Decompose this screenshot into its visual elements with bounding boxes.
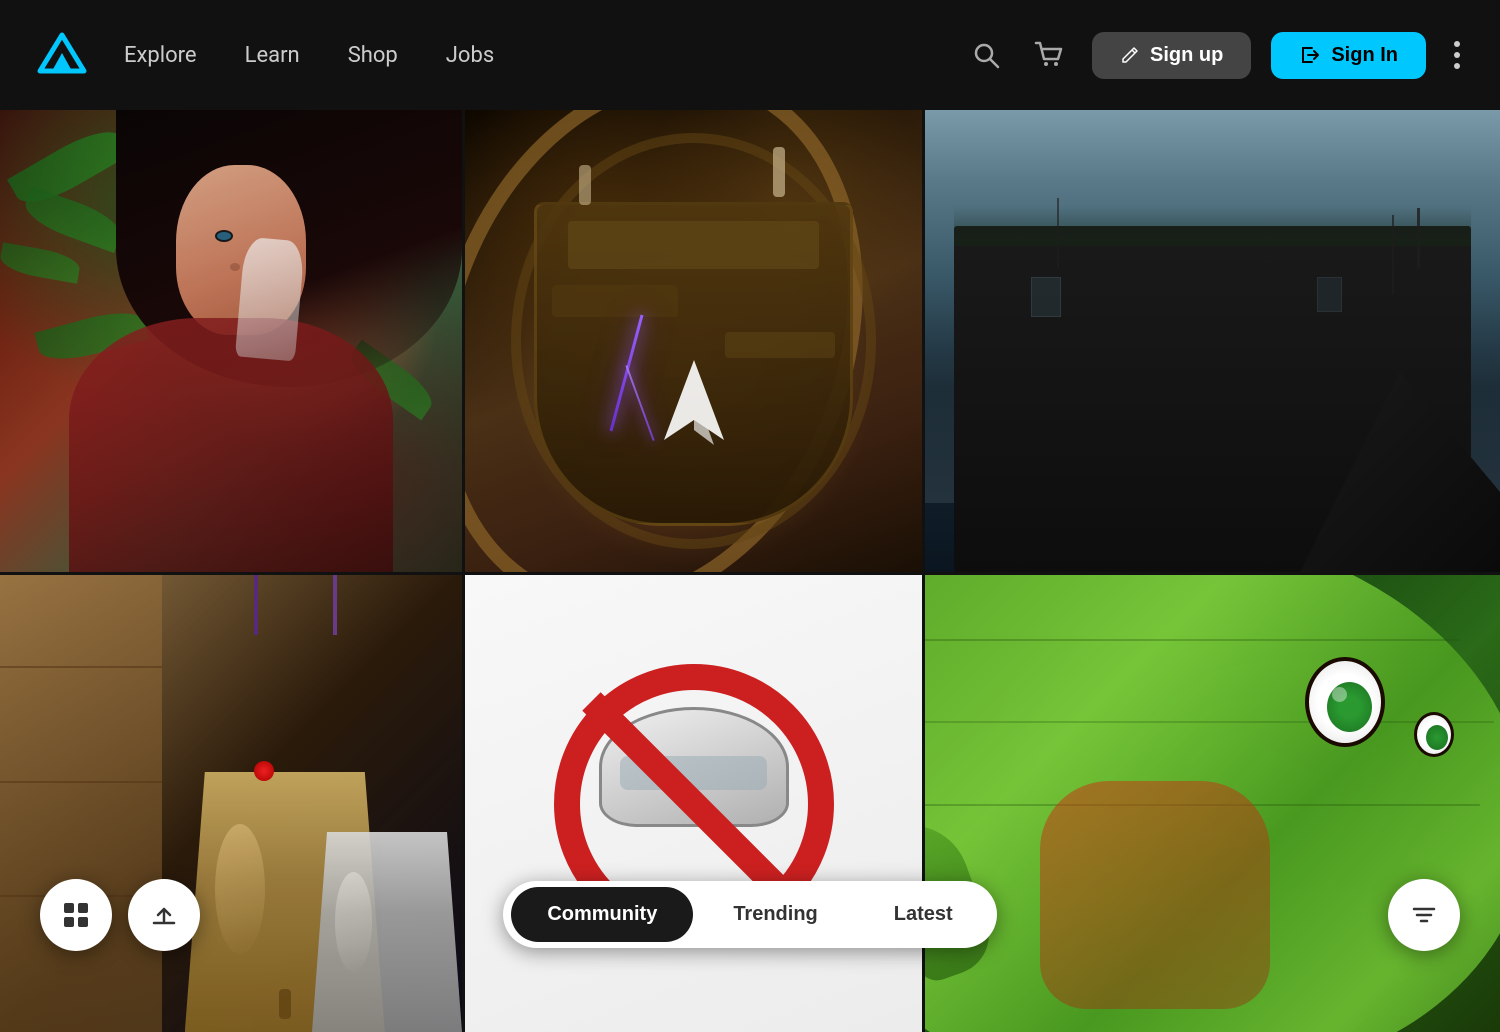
moss-top [954,206,1472,246]
signin-icon [1299,44,1321,66]
grid-view-button[interactable] [40,879,112,951]
gallery-item-1[interactable] [0,110,462,572]
artwork-6-content [925,575,1500,1032]
cord-2 [333,575,337,635]
cord-1 [254,575,258,635]
header: Explore Learn Shop Jobs Sign up [0,0,1500,110]
bottom-toolbar: Community Trending Latest [0,881,1500,948]
scale-line [925,721,1494,723]
watermark-bird [639,350,749,480]
signin-button[interactable]: Sign In [1271,32,1426,79]
outfit [69,318,392,572]
artwork-1-content [0,110,462,572]
gallery-grid [0,110,1500,970]
search-button[interactable] [964,33,1008,77]
pencil-icon [1120,45,1140,65]
mask-piece [235,237,305,362]
upload-button[interactable] [128,879,200,951]
artwork-3-content [925,110,1500,572]
nose [230,263,240,271]
stone-line [0,666,162,668]
filter-button[interactable] [1388,879,1460,951]
header-actions: Sign up Sign In [964,32,1468,79]
upload-icon [150,901,178,929]
main-nav: Explore Learn Shop Jobs [124,43,932,68]
statue-1 [579,165,591,205]
cart-button[interactable] [1028,33,1072,77]
feed-tabs: Community Trending Latest [503,881,996,948]
logo[interactable] [32,25,92,85]
more-options-button[interactable] [1446,33,1468,77]
gallery-item-4[interactable] [0,572,462,1032]
scale-line [925,639,1460,641]
nav-jobs[interactable]: Jobs [446,43,494,68]
leaf [0,242,82,283]
eye [215,230,233,242]
artwork-4-content [0,575,462,1032]
leaf [20,186,126,253]
monster-pupil [1327,682,1372,732]
machine-detail [552,285,678,317]
clapper [279,989,291,1019]
dot3 [1454,63,1460,69]
monster-eye-small [1414,712,1454,757]
gallery-item-6[interactable] [922,572,1500,1032]
filter-icon [1410,901,1438,929]
artwork-2-content [465,110,922,572]
cart-icon [1034,39,1066,71]
monster-eye [1305,657,1385,747]
window [1317,277,1342,312]
signup-button[interactable]: Sign up [1092,32,1251,79]
pupil-small [1426,725,1448,750]
wall-left [0,575,162,1032]
statue-2 [773,147,785,197]
nav-shop[interactable]: Shop [348,43,398,68]
dot2 [1454,52,1460,58]
machine-detail [568,221,819,269]
nav-learn[interactable]: Learn [245,43,300,68]
gallery-item-2[interactable] [462,110,922,572]
tab-trending[interactable]: Trending [697,887,853,942]
debris [1417,208,1420,268]
bottom-left-buttons [40,879,200,951]
tab-community[interactable]: Community [511,887,693,942]
window [1031,277,1061,317]
gallery-item-3[interactable] [922,110,1500,572]
debris [1057,198,1059,268]
ball-top [254,761,274,781]
nav-explore[interactable]: Explore [124,43,197,68]
tab-latest[interactable]: Latest [858,887,989,942]
pupil-highlight [1332,687,1347,702]
dot1 [1454,41,1460,47]
bottom-right-button [1388,879,1460,951]
stone-line [0,781,162,783]
artwork-5-content [465,575,922,1032]
gallery-item-5[interactable] [462,572,922,1032]
debris [1392,215,1394,295]
search-icon [970,39,1002,71]
grid-icon [62,901,90,929]
